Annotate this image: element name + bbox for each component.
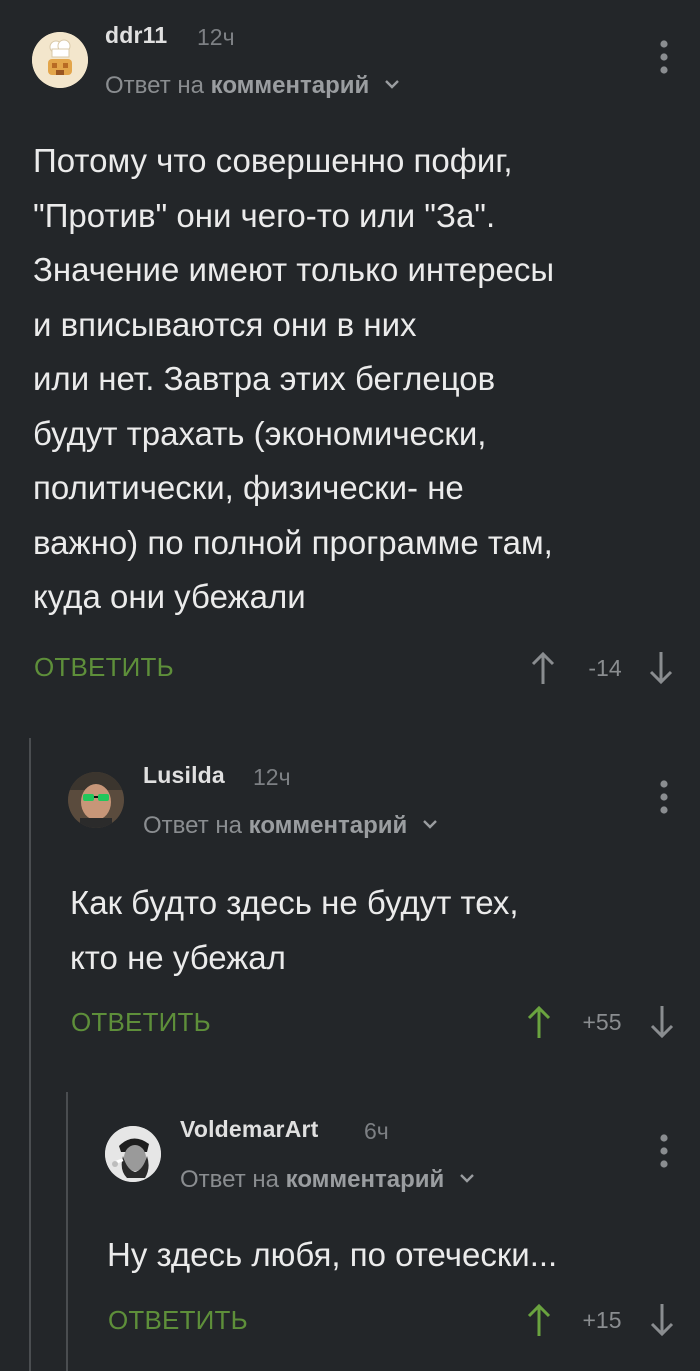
reply-to-link[interactable]: Ответ на комментарий [180, 1166, 475, 1194]
comment: VoldemarArt 6ч Ответ на комментарий Ну з… [0, 0, 700, 1371]
more-options-icon[interactable] [654, 1132, 674, 1172]
reply-to-prefix: Ответ на [180, 1166, 279, 1193]
reply-to-target[interactable]: комментарий [286, 1166, 445, 1193]
upvote-arrow-icon[interactable] [524, 1300, 554, 1340]
comment-rating: +15 [582, 1307, 622, 1333]
reply-button[interactable]: ОТВЕТИТЬ [108, 1305, 248, 1336]
che-portrait-avatar-icon [105, 1126, 161, 1182]
comment-text: Ну здесь любя, по отечески... [107, 1236, 558, 1273]
author-name[interactable]: VoldemarArt [180, 1116, 319, 1143]
avatar[interactable] [105, 1126, 161, 1182]
chevron-down-icon[interactable] [459, 1173, 475, 1183]
comment-thread: ddr11 12ч Ответ на комментарий Потому чт… [0, 0, 700, 1371]
comment-time: 6ч [364, 1118, 389, 1144]
vote-controls: +15 [524, 1300, 684, 1340]
downvote-arrow-icon[interactable] [647, 1300, 677, 1340]
